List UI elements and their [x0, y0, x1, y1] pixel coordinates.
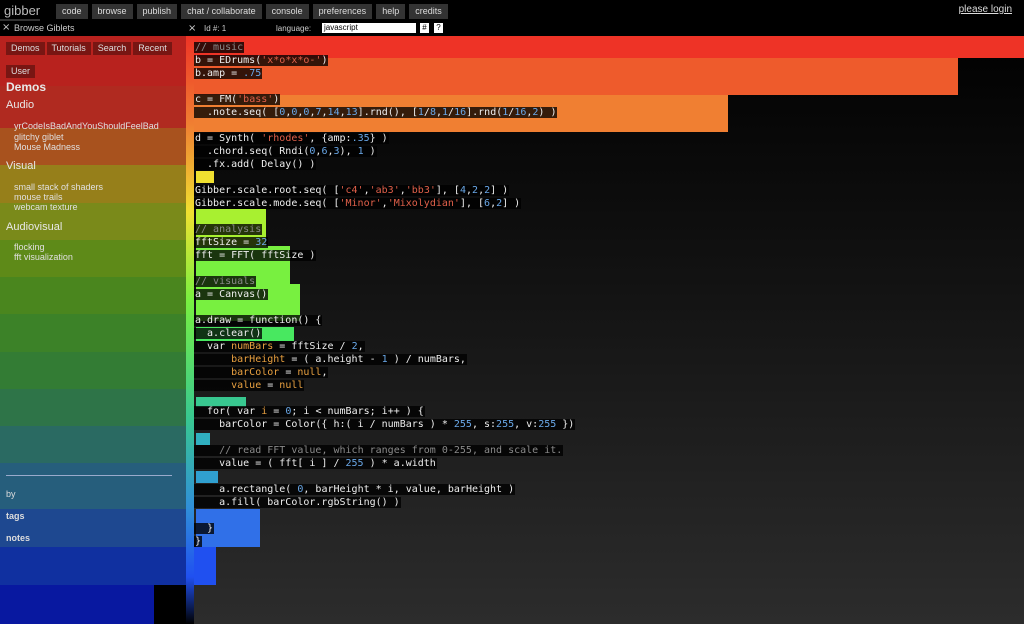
meta-notes: notes: [6, 533, 31, 543]
category-audio: Audio: [6, 99, 35, 111]
giblet-link[interactable]: webcam texture: [14, 202, 78, 212]
code-editor[interactable]: × Id #: 1 language: javascript # ? // mu…: [186, 22, 1024, 624]
nav-help[interactable]: help: [376, 4, 406, 19]
close-icon[interactable]: ×: [188, 23, 196, 34]
sidebar-band: [0, 277, 186, 314]
tab-recent[interactable]: Recent: [133, 42, 172, 55]
app-logo[interactable]: gibber: [4, 3, 40, 18]
nav-browse[interactable]: browse: [91, 4, 133, 19]
code-line: a.fill( barColor.rgbString() ): [194, 497, 401, 508]
nav-console[interactable]: console: [265, 4, 309, 19]
tab-user[interactable]: User: [6, 65, 36, 78]
sidebar-band: [0, 463, 186, 509]
logo-underline: [0, 19, 40, 21]
code-line: Gibber.scale.root.seq( ['c4','ab3','bb3'…: [194, 185, 510, 196]
code-line: c = FM('bass'): [194, 94, 281, 105]
code-line: // visuals: [194, 276, 257, 287]
code-line: barColor = null,: [194, 367, 329, 379]
nav-chat-collaborate[interactable]: chat / collaborate: [181, 4, 262, 19]
help-button[interactable]: ?: [434, 23, 443, 33]
nav-preferences[interactable]: preferences: [312, 4, 373, 19]
tab-demos[interactable]: Demos: [6, 42, 45, 55]
sidebar-band: [0, 585, 154, 624]
code-line: var numBars = fftSize / 2,: [194, 341, 365, 352]
sidebar-tabs: Demos Tutorials Search Recent User: [6, 36, 176, 82]
fft-bar: [196, 433, 210, 445]
code-line: }: [194, 523, 215, 534]
sidebar-header: × Browse Giblets: [0, 22, 186, 34]
giblet-link[interactable]: Mouse Madness: [14, 142, 80, 152]
giblet-link[interactable]: yrCodeIsBadAndYouShouldFeelBad: [14, 121, 159, 131]
language-select[interactable]: javascript: [322, 23, 416, 33]
divider: [6, 475, 172, 476]
language-label: language:: [276, 24, 312, 33]
code-line: // read FFT value, which ranges from 0-2…: [194, 445, 564, 457]
code-line: fftSize = 32: [194, 237, 269, 248]
giblet-link[interactable]: flocking: [14, 242, 45, 252]
fft-bar: [196, 171, 214, 183]
nav-code[interactable]: code: [56, 4, 88, 19]
code-line: value = null: [194, 380, 305, 392]
hash-button[interactable]: #: [420, 23, 429, 33]
section-heading: Demos: [6, 80, 47, 94]
code-line: .note.seq( [0,0,0,7,14,13].rnd(), [1/8,1…: [194, 107, 558, 118]
category-visual: Visual: [6, 160, 36, 172]
login-link[interactable]: please login: [959, 4, 1012, 15]
code-line: d = Synth( 'rhodes', {amp:.35} ): [194, 133, 389, 144]
code-line: b = EDrums('x*o*x*o-'): [194, 55, 329, 66]
code-line: fft = FFT( fftSize ): [194, 250, 317, 261]
nav-publish[interactable]: publish: [136, 4, 178, 19]
code-line: b.amp = .75: [194, 68, 263, 79]
editor-header: × Id #: 1 language: javascript # ?: [186, 22, 1024, 36]
sidebar-band: [0, 426, 186, 463]
giblet-link[interactable]: mouse trails: [14, 192, 63, 202]
code-line: for( var i = 0; i < numBars; i++ ) {: [194, 406, 425, 417]
code-line: a.draw = function() {: [194, 315, 323, 326]
tab-search[interactable]: Search: [92, 42, 132, 55]
meta-tags: tags: [6, 511, 25, 521]
sidebar-band: [0, 314, 186, 352]
fft-bar: [196, 471, 218, 483]
tab-tutorials[interactable]: Tutorials: [46, 42, 91, 55]
giblet-link[interactable]: glitchy giblet: [14, 132, 64, 142]
giblet-link[interactable]: fft visualization: [14, 252, 73, 262]
sidebar-title: Browse Giblets: [14, 23, 75, 33]
code-line: value = ( fft[ i ] / 255 ) * a.width: [194, 458, 437, 469]
sidebar-band: [0, 547, 186, 585]
meta-by: by: [6, 489, 16, 499]
category-audiovisual: Audiovisual: [6, 221, 63, 233]
top-bar: gibber code browse publish chat / collab…: [0, 0, 1024, 22]
code-line: .chord.seq( Rndi(0,6,3), 1 ): [194, 146, 377, 157]
code-line: // analysis: [194, 224, 263, 235]
code-line: barHeight = ( a.height - 1 ) / numBars,: [194, 354, 467, 366]
sidebar-band: [0, 389, 186, 426]
editor-id: Id #: 1: [204, 24, 227, 33]
nav-credits[interactable]: credits: [409, 4, 448, 19]
code-line: Gibber.scale.mode.seq( ['Minor','Mixolyd…: [194, 198, 522, 209]
code-line: .fx.add( Delay() ): [194, 159, 317, 170]
sidebar-band: [0, 352, 186, 389]
main-nav: code browse publish chat / collaborate c…: [56, 4, 448, 19]
code-line: a.clear(): [194, 328, 263, 339]
code-line: }: [194, 536, 203, 547]
code-line: a.rectangle( 0, barHeight * i, value, ba…: [194, 484, 516, 495]
code-line: a = Canvas(): [194, 289, 269, 300]
code-line: // music: [194, 42, 245, 53]
giblet-link[interactable]: small stack of shaders: [14, 182, 103, 192]
close-icon[interactable]: ×: [2, 22, 10, 33]
browse-sidebar: × Browse Giblets Demos Tutorials Search Rec…: [0, 22, 186, 624]
code-line: barColor = Color({ h:( i / numBars ) * 2…: [194, 419, 576, 430]
level-meter: [186, 36, 194, 624]
